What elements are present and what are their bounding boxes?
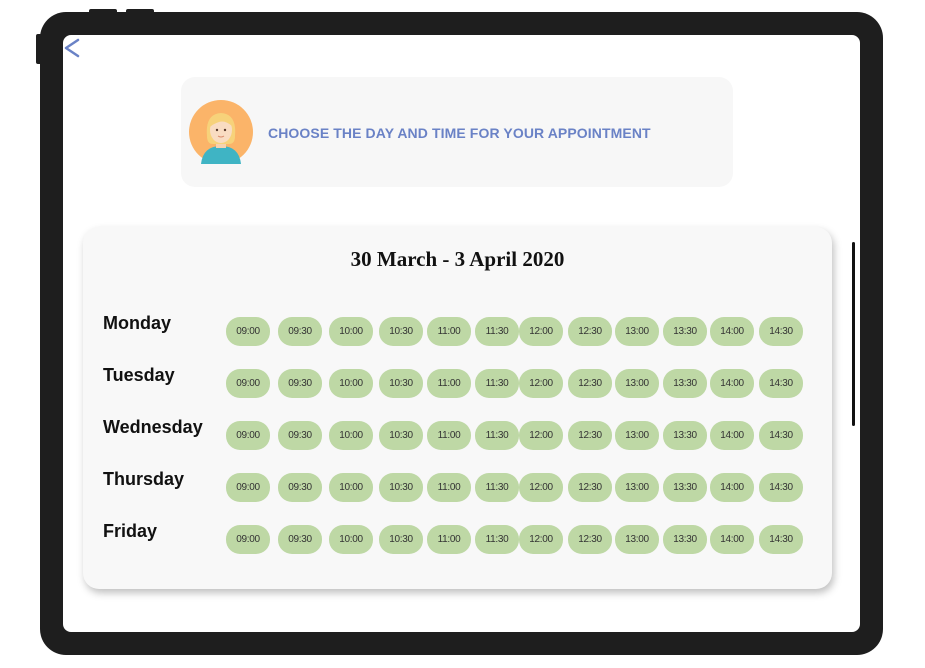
day-row-wednesday: Wednesday 09:00 09:30 10:00 10:30 11:00 11:30 1… (83, 417, 832, 453)
time-slot-button[interactable]: 09:30 (278, 421, 322, 450)
time-slot-button[interactable]: 10:30 (379, 473, 423, 502)
time-slot-button[interactable]: 13:00 (615, 369, 659, 398)
back-chevron-icon[interactable] (63, 37, 83, 59)
day-label: Tuesday (103, 365, 175, 385)
time-slot-button[interactable]: 09:00 (226, 473, 270, 502)
time-slot-button[interactable]: 09:30 (278, 473, 322, 502)
day-row-tuesday: Tuesday 09:00 09:30 10:00 10:30 11:00 11:30 12:… (83, 365, 832, 401)
user-avatar-icon (189, 100, 253, 164)
time-slot-button[interactable]: 14:30 (759, 525, 803, 554)
time-slot-button[interactable]: 14:00 (710, 525, 754, 554)
time-slot-button[interactable]: 11:30 (475, 421, 519, 450)
day-row-monday: Monday 09:00 09:30 10:00 10:30 11:00 11:30 12:0… (83, 313, 832, 349)
time-slot-button[interactable]: 09:00 (226, 421, 270, 450)
time-slot-button[interactable]: 13:30 (663, 317, 707, 346)
day-label: Wednesday (103, 417, 203, 437)
time-slot-button[interactable]: 14:30 (759, 473, 803, 502)
week-range-title: 30 March - 3 April 2020 (350, 247, 565, 271)
time-slot-button[interactable]: 10:00 (329, 525, 373, 554)
appointment-header-card: CHOOSE THE DAY AND TIME FOR YOUR APPOINT… (181, 77, 733, 187)
scrollbar[interactable] (852, 242, 855, 426)
time-slot-button[interactable]: 10:30 (379, 369, 423, 398)
tablet-screen: CHOOSE THE DAY AND TIME FOR YOUR APPOINT… (63, 35, 860, 632)
time-slot-button[interactable]: 13:00 (615, 317, 659, 346)
time-slot-button[interactable]: 11:00 (427, 525, 471, 554)
time-slot-button[interactable]: 14:00 (710, 317, 754, 346)
day-row-friday: Friday 09:00 09:30 10:00 10:30 11:00 11:30 12:0… (83, 521, 832, 557)
time-slot-button[interactable]: 14:00 (710, 369, 754, 398)
day-label: Thursday (103, 469, 185, 489)
time-slot-button[interactable]: 13:30 (663, 369, 707, 398)
day-label: Monday (103, 313, 172, 333)
time-slot-button[interactable]: 10:00 (329, 421, 373, 450)
time-slot-button[interactable]: 14:00 (710, 421, 754, 450)
time-slot-button[interactable]: 13:00 (615, 421, 659, 450)
time-slot-button[interactable]: 09:00 (226, 525, 270, 554)
time-slot-button[interactable]: 12:30 (568, 317, 612, 346)
time-slot-button[interactable]: 11:00 (427, 369, 471, 398)
time-slot-button[interactable]: 14:30 (759, 369, 803, 398)
time-slot-button[interactable]: 10:30 (379, 317, 423, 346)
page-title: CHOOSE THE DAY AND TIME FOR YOUR APPOINT… (268, 125, 651, 141)
time-slot-button[interactable]: 13:00 (615, 473, 659, 502)
time-slot-button[interactable]: 11:00 (427, 317, 471, 346)
time-slot-button[interactable]: 10:30 (379, 421, 423, 450)
time-slot-button[interactable]: 11:30 (475, 525, 519, 554)
time-slot-button[interactable]: 11:00 (427, 473, 471, 502)
time-slot-button[interactable]: 10:00 (329, 473, 373, 502)
time-slot-button[interactable]: 12:00 (519, 525, 563, 554)
time-slot-button[interactable]: 12:00 (519, 369, 563, 398)
schedule-card: 30 March - 3 April 2020 Monday 09:00 09:30… (83, 227, 832, 589)
time-slot-button[interactable]: 09:00 (226, 317, 270, 346)
time-slot-button[interactable]: 09:30 (278, 317, 322, 346)
time-slot-button[interactable]: 13:00 (615, 525, 659, 554)
time-slot-button[interactable]: 09:30 (278, 369, 322, 398)
time-slot-button[interactable]: 09:30 (278, 525, 322, 554)
time-slot-button[interactable]: 11:30 (475, 473, 519, 502)
time-slot-button[interactable]: 12:30 (568, 369, 612, 398)
time-slot-button[interactable]: 14:30 (759, 317, 803, 346)
time-slot-button[interactable]: 13:30 (663, 525, 707, 554)
time-slot-button[interactable]: 12:30 (568, 525, 612, 554)
time-slot-button[interactable]: 14:30 (759, 421, 803, 450)
time-slot-button[interactable]: 10:00 (329, 369, 373, 398)
day-label: Friday (103, 521, 158, 541)
time-slot-button[interactable]: 13:30 (663, 421, 707, 450)
time-slot-button[interactable]: 12:00 (519, 317, 563, 346)
time-slot-button[interactable]: 13:30 (663, 473, 707, 502)
time-slot-button[interactable]: 11:30 (475, 317, 519, 346)
time-slot-button[interactable]: 12:00 (519, 473, 563, 502)
time-slot-button[interactable]: 09:00 (226, 369, 270, 398)
time-slot-button[interactable]: 11:30 (475, 369, 519, 398)
time-slot-button[interactable]: 10:00 (329, 317, 373, 346)
time-slot-button[interactable]: 11:00 (427, 421, 471, 450)
time-slot-button[interactable]: 14:00 (710, 473, 754, 502)
time-slot-button[interactable]: 12:30 (568, 421, 612, 450)
time-slot-button[interactable]: 12:30 (568, 473, 612, 502)
day-row-thursday: Thursday 09:00 09:30 10:00 10:30 11:00 11:30 12… (83, 469, 832, 505)
time-slot-button[interactable]: 12:00 (519, 421, 563, 450)
time-slot-button[interactable]: 10:30 (379, 525, 423, 554)
